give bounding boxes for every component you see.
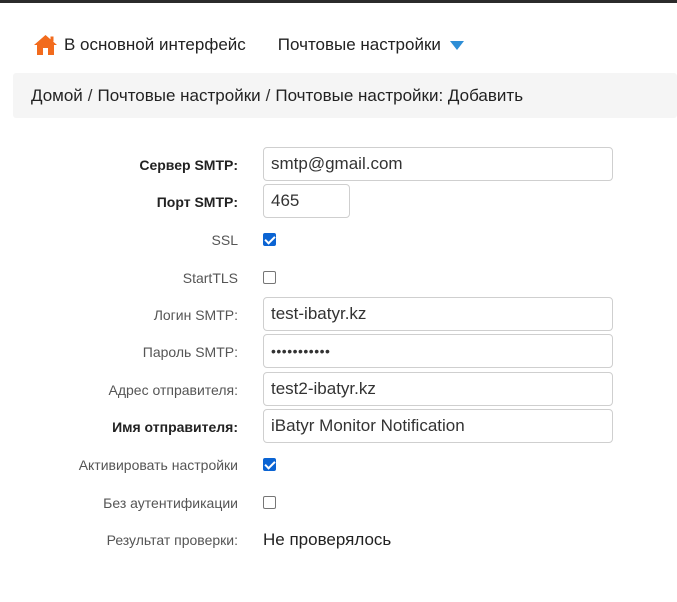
smtp-password-input[interactable] [263,334,613,368]
activate-label: Активировать настройки [78,457,238,473]
form-row-no-auth: Без аутентификации [0,485,677,521]
check-result-label: Результат проверки: [106,532,238,548]
form-row-smtp-server: Сервер SMTP: [0,147,677,183]
no-auth-label: Без аутентификации [103,495,238,511]
form-row-check-result: Результат проверки: Не проверялось [0,522,677,558]
home-link[interactable]: В основной интерфейс [33,34,246,56]
starttls-label: StartTLS [182,270,238,286]
sender-name-label: Имя отправителя: [112,419,238,435]
breadcrumb-current: Почтовые настройки: Добавить [275,85,524,105]
sender-name-input[interactable] [263,409,613,443]
sender-address-label: Адрес отправителя: [108,382,239,398]
breadcrumb-home[interactable]: Домой [31,86,83,106]
activate-checkbox[interactable] [263,458,276,471]
check-result-value: Не проверялось [263,530,392,549]
starttls-checkbox[interactable] [263,271,276,284]
home-icon [33,34,58,56]
smtp-password-label: Пароль SMTP: [142,344,238,360]
smtp-server-input[interactable] [263,147,613,181]
smtp-login-label: Логин SMTP: [153,307,238,323]
mail-settings-menu-label: Почтовые настройки [277,35,441,54]
caret-down-icon [449,40,464,50]
smtp-login-input[interactable] [263,297,613,331]
breadcrumb-mail-settings[interactable]: Почтовые настройки [98,86,261,106]
ssl-checkbox[interactable] [263,233,276,246]
form-row-sender-name: Имя отправителя: [0,409,677,445]
top-border [0,0,677,3]
smtp-port-input[interactable] [263,184,350,218]
form-row-smtp-login: Логин SMTP: [0,297,677,333]
smtp-server-label: Сервер SMTP: [139,157,238,173]
mail-settings-menu[interactable]: Почтовые настройки [278,35,464,55]
form-row-smtp-port: Порт SMTP: [0,184,677,220]
breadcrumb: Домой / Почтовые настройки / Почтовые на… [13,73,677,118]
no-auth-checkbox[interactable] [263,496,276,509]
top-nav: В основной интерфейс Почтовые настройки [33,33,464,57]
home-link-label: В основной интерфейс [64,35,246,54]
form-row-ssl: SSL [0,222,677,258]
smtp-port-label: Порт SMTP: [156,194,238,210]
form-row-starttls: StartTLS [0,260,677,296]
ssl-label: SSL [211,232,238,248]
form-row-activate: Активировать настройки [0,447,677,483]
breadcrumb-separator: / [87,85,93,105]
breadcrumb-separator: / [265,85,271,105]
form-row-smtp-password: Пароль SMTP: [0,334,677,370]
form-row-sender-address: Адрес отправителя: [0,372,677,408]
sender-address-input[interactable] [263,372,613,406]
